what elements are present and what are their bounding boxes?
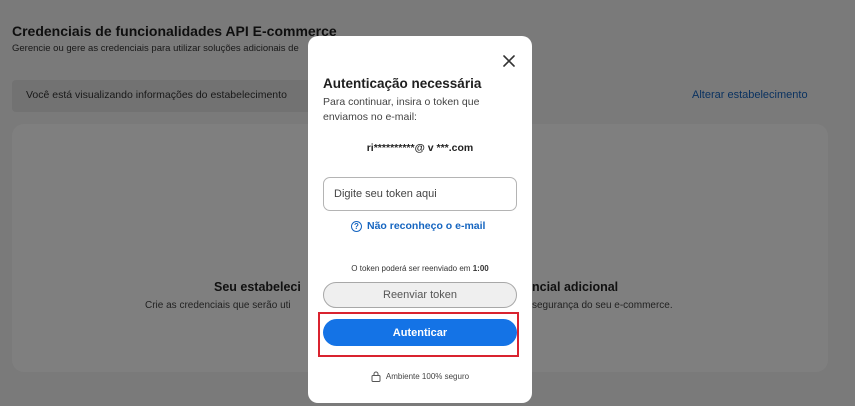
close-icon[interactable] [501,53,517,69]
lock-icon [371,371,381,382]
resend-timer: 1:00 [472,264,489,273]
masked-email: ri**********@ v ***.com [366,142,474,154]
secure-text: Ambiente 100% seguro [385,372,470,381]
secure-environment: Ambiente 100% seguro [308,371,532,382]
auth-modal: Autenticação necessária Para continuar, … [308,36,532,403]
resend-token-button[interactable]: Reenviar token [323,282,517,308]
authenticate-button[interactable]: Autenticar [323,319,517,346]
resend-info: O token poderá ser reenviado em 1:00 [308,264,532,273]
help-circle-icon: ? [351,220,362,232]
token-input[interactable] [323,177,517,211]
modal-description: Para continuar, insira o token que envia… [323,96,480,123]
resend-info-text: O token poderá ser reenviado em [351,264,471,273]
modal-title: Autenticação necessária [323,76,482,91]
unknown-email-label: Não reconheço o e-mail [367,220,486,232]
unknown-email-link[interactable]: ? Não reconheço o e-mail [351,220,485,232]
